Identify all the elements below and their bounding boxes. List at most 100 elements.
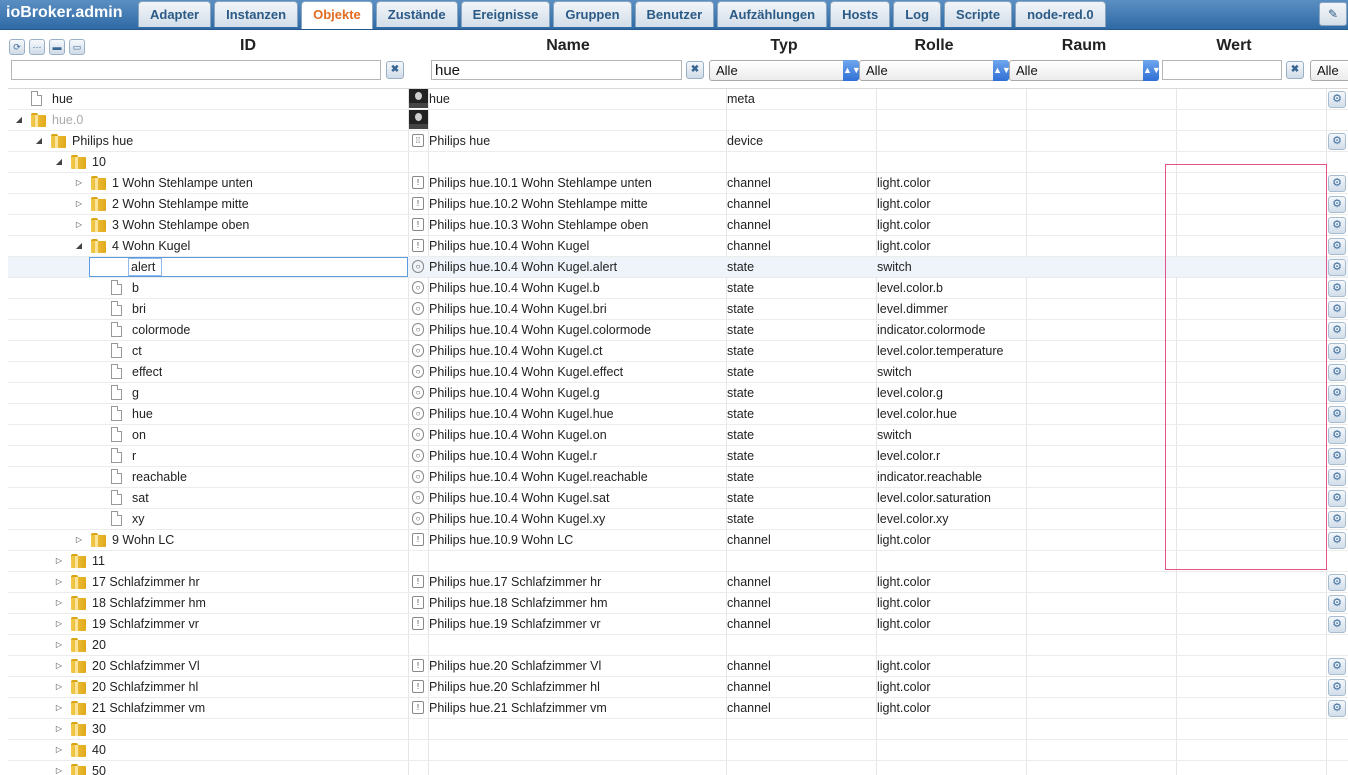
gear-icon[interactable]: ⚙ bbox=[1328, 574, 1346, 591]
gear-icon[interactable]: ⚙ bbox=[1328, 364, 1346, 381]
expand-down-icon[interactable]: ◢ bbox=[34, 131, 44, 151]
table-row[interactable]: ▷ 9 Wohn LC! Philips hue.10.9 Wohn LC chann… bbox=[8, 530, 1348, 551]
tab-ereignisse[interactable]: Ereignisse bbox=[460, 1, 551, 27]
gear-icon[interactable]: ⚙ bbox=[1328, 343, 1346, 360]
column-header-name[interactable]: Name bbox=[505, 37, 631, 55]
table-row[interactable]: effect ○ Philips hue.10.4 Wohn Kugel.effec… bbox=[8, 362, 1348, 383]
table-row[interactable]: ▷ 21 Schlafzimmer vm! Philips hue.21 Schla… bbox=[8, 698, 1348, 719]
table-row[interactable]: r ○ Philips hue.10.4 Wohn Kugel.r state leve… bbox=[8, 446, 1348, 467]
table-row[interactable]: ▷ 19 Schlafzimmer vr! Philips hue.19 Schla… bbox=[8, 614, 1348, 635]
table-row[interactable]: g ○ Philips hue.10.4 Wohn Kugel.g state leve… bbox=[8, 383, 1348, 404]
gear-icon[interactable]: ⚙ bbox=[1328, 301, 1346, 318]
table-row[interactable]: ▷ 50 bbox=[8, 761, 1348, 775]
raum-filter-select[interactable]: Alle ▲▼ bbox=[1009, 60, 1161, 81]
collapse-all-icon[interactable]: ⋯ bbox=[29, 39, 45, 55]
name-filter-input[interactable] bbox=[431, 60, 682, 80]
table-row[interactable]: ◢ 4 Wohn Kugel! Philips hue.10.4 Wohn Kuge… bbox=[8, 236, 1348, 257]
gear-icon[interactable]: ⚙ bbox=[1328, 217, 1346, 234]
table-row[interactable]: ▷ 20 Schlafzimmer hl! Philips hue.20 Schla… bbox=[8, 677, 1348, 698]
gear-icon[interactable]: ⚙ bbox=[1328, 532, 1346, 549]
table-row[interactable]: ▷ 30 bbox=[8, 719, 1348, 740]
gear-icon[interactable]: ⚙ bbox=[1328, 259, 1346, 276]
tab-zustände[interactable]: Zustände bbox=[375, 1, 458, 27]
table-row[interactable]: ▷ 3 Wohn Stehlampe oben! Philips hue.10.3 … bbox=[8, 215, 1348, 236]
table-row[interactable]: on ○ Philips hue.10.4 Wohn Kugel.on state sw… bbox=[8, 425, 1348, 446]
gear-icon[interactable]: ⚙ bbox=[1328, 616, 1346, 633]
expand-down-icon[interactable]: ◢ bbox=[74, 236, 84, 256]
expand-right-icon[interactable]: ▷ bbox=[54, 572, 64, 592]
table-row[interactable]: ▷ 20 bbox=[8, 635, 1348, 656]
gear-icon[interactable]: ⚙ bbox=[1328, 238, 1346, 255]
gear-icon[interactable]: ⚙ bbox=[1328, 595, 1346, 612]
table-row[interactable]: ◢ 10 bbox=[8, 152, 1348, 173]
table-row[interactable]: ▷ 40 bbox=[8, 740, 1348, 761]
table-row[interactable]: b ○ Philips hue.10.4 Wohn Kugel.b state leve… bbox=[8, 278, 1348, 299]
gear-icon[interactable]: ⚙ bbox=[1328, 469, 1346, 486]
gear-icon[interactable]: ⚙ bbox=[1328, 658, 1346, 675]
table-row[interactable]: colormode ○ Philips hue.10.4 Wohn Kugel.co… bbox=[8, 320, 1348, 341]
expand-right-icon[interactable]: ▷ bbox=[54, 740, 64, 760]
folder-open-icon[interactable]: ▭ bbox=[69, 39, 85, 55]
expand-right-icon[interactable]: ▷ bbox=[54, 656, 64, 676]
table-row[interactable]: bri ○ Philips hue.10.4 Wohn Kugel.bri state… bbox=[8, 299, 1348, 320]
expand-down-icon[interactable]: ◢ bbox=[14, 110, 24, 130]
expand-right-icon[interactable]: ▷ bbox=[74, 194, 84, 214]
column-header-wert[interactable]: Wert bbox=[1184, 37, 1284, 55]
expand-right-icon[interactable]: ▷ bbox=[54, 635, 64, 655]
table-row[interactable]: ▷ 17 Schlafzimmer hr! Philips hue.17 Schla… bbox=[8, 572, 1348, 593]
table-row[interactable]: ◢ hue.0 bbox=[8, 110, 1348, 131]
gear-icon[interactable]: ⚙ bbox=[1328, 700, 1346, 717]
gear-icon[interactable]: ⚙ bbox=[1328, 427, 1346, 444]
table-row[interactable]: sat ○ Philips hue.10.4 Wohn Kugel.sat state… bbox=[8, 488, 1348, 509]
tab-scripte[interactable]: Scripte bbox=[944, 1, 1013, 27]
rolle-filter-select[interactable]: Alle ▲▼ bbox=[859, 60, 1011, 81]
table-row[interactable]: ▷ 2 Wohn Stehlampe mitte! Philips hue.10.2… bbox=[8, 194, 1348, 215]
expand-right-icon[interactable]: ▷ bbox=[74, 173, 84, 193]
expand-right-icon[interactable]: ▷ bbox=[74, 530, 84, 550]
table-row[interactable]: ▷ 20 Schlafzimmer Vl! Philips hue.20 Schla… bbox=[8, 656, 1348, 677]
tab-aufzählungen[interactable]: Aufzählungen bbox=[717, 1, 828, 27]
table-row[interactable]: ▷ 11 bbox=[8, 551, 1348, 572]
tab-log[interactable]: Log bbox=[893, 1, 942, 27]
clear-name-filter-icon[interactable]: ✖ bbox=[686, 61, 704, 79]
table-row[interactable]: alert ○ Philips hue.10.4 Wohn Kugel.alert s… bbox=[8, 257, 1348, 278]
table-row[interactable]: xy ○ Philips hue.10.4 Wohn Kugel.xy state le… bbox=[8, 509, 1348, 530]
expand-right-icon[interactable]: ▷ bbox=[74, 215, 84, 235]
expand-down-icon[interactable]: ◢ bbox=[54, 152, 64, 172]
gear-icon[interactable]: ⚙ bbox=[1328, 280, 1346, 297]
id-filter-input[interactable] bbox=[11, 60, 381, 80]
edit-icon[interactable]: ✎ bbox=[1319, 2, 1347, 26]
tab-gruppen[interactable]: Gruppen bbox=[553, 1, 632, 27]
column-header-raum[interactable]: Raum bbox=[1034, 37, 1134, 55]
extra-filter-select[interactable]: Alle bbox=[1310, 60, 1348, 81]
expand-right-icon[interactable]: ▷ bbox=[54, 698, 64, 718]
tab-instanzen[interactable]: Instanzen bbox=[214, 1, 299, 27]
tab-adapter[interactable]: Adapter bbox=[138, 1, 212, 27]
gear-icon[interactable]: ⚙ bbox=[1328, 196, 1346, 213]
refresh-icon[interactable]: ⟳ bbox=[9, 39, 25, 55]
expand-right-icon[interactable]: ▷ bbox=[54, 614, 64, 634]
column-header-id[interactable]: ID bbox=[200, 37, 296, 55]
tab-node-red-0[interactable]: node-red.0 bbox=[1015, 1, 1106, 27]
tab-objekte[interactable]: Objekte bbox=[301, 1, 373, 29]
table-row[interactable]: ◢ Philips hue ⁞⁞ Philips hue device ⚙ bbox=[8, 131, 1348, 152]
gear-icon[interactable]: ⚙ bbox=[1328, 385, 1346, 402]
expand-right-icon[interactable]: ▷ bbox=[54, 719, 64, 739]
gear-icon[interactable]: ⚙ bbox=[1328, 406, 1346, 423]
table-row[interactable]: hue ○ Philips hue.10.4 Wohn Kugel.hue state… bbox=[8, 404, 1348, 425]
folder-icon[interactable]: ▬ bbox=[49, 39, 65, 55]
tab-benutzer[interactable]: Benutzer bbox=[634, 1, 715, 27]
gear-icon[interactable]: ⚙ bbox=[1328, 322, 1346, 339]
gear-icon[interactable]: ⚙ bbox=[1328, 91, 1346, 108]
expand-right-icon[interactable]: ▷ bbox=[54, 677, 64, 697]
table-row[interactable]: ▷ 18 Schlafzimmer hm! Philips hue.18 Schla… bbox=[8, 593, 1348, 614]
typ-filter-select[interactable]: Alle ▲▼ bbox=[709, 60, 861, 81]
table-row[interactable]: ct ○ Philips hue.10.4 Wohn Kugel.ct state le… bbox=[8, 341, 1348, 362]
expand-right-icon[interactable]: ▷ bbox=[54, 551, 64, 571]
wert-filter-input[interactable] bbox=[1162, 60, 1282, 80]
table-row[interactable]: ▷ 1 Wohn Stehlampe unten! Philips hue.10.1… bbox=[8, 173, 1348, 194]
column-header-rolle[interactable]: Rolle bbox=[884, 37, 984, 55]
clear-wert-filter-icon[interactable]: ✖ bbox=[1286, 61, 1304, 79]
column-header-typ[interactable]: Typ bbox=[734, 37, 834, 55]
tab-hosts[interactable]: Hosts bbox=[830, 1, 891, 27]
